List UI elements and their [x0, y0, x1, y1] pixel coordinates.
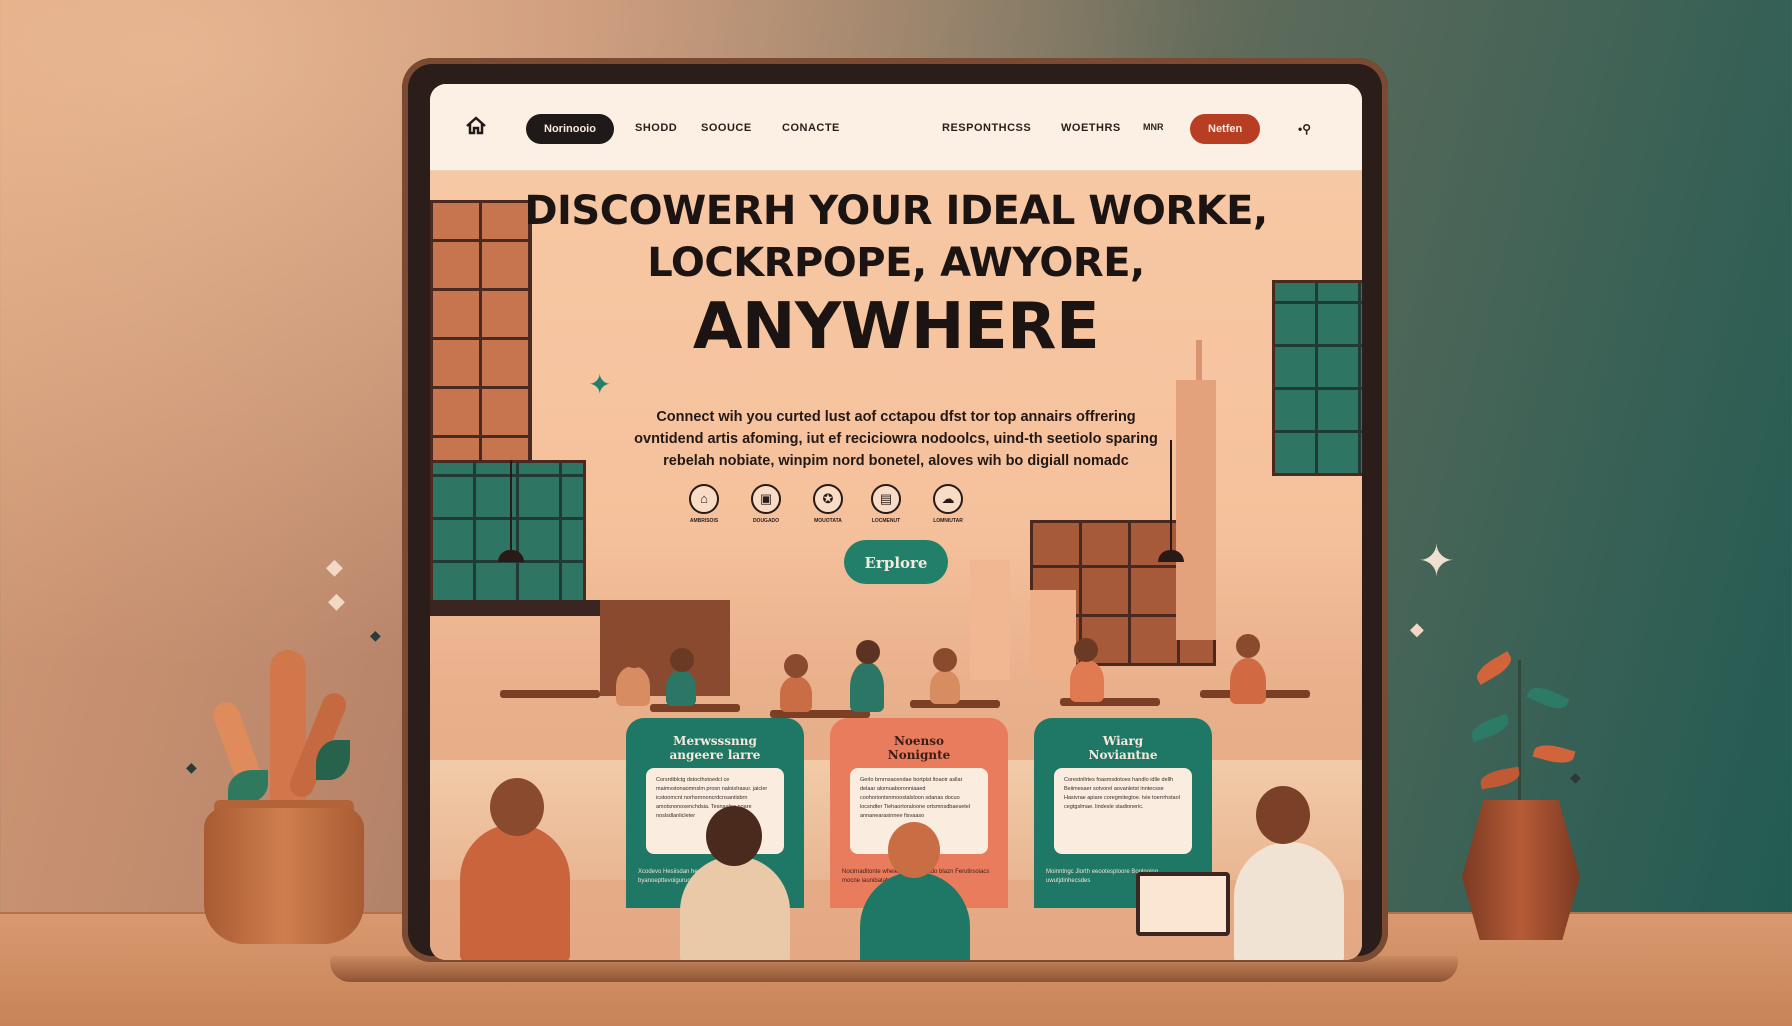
sparkle-icon: ◆ — [1570, 769, 1581, 785]
feature-icon: ☁ — [933, 484, 963, 514]
feature-icon: ▣ — [751, 484, 781, 514]
hero-headline-line-3: Anywhere — [692, 290, 1100, 364]
feature-item[interactable]: ▤ LOCMENUT — [866, 484, 906, 524]
card-body: Corestnllrtes foasmsdotoes handlo idlle … — [1054, 768, 1192, 854]
sparkle-star-icon: ✦ — [1418, 537, 1455, 586]
card-title: Wiarg Noviantne — [1088, 734, 1158, 762]
feature-icon: ▤ — [871, 484, 901, 514]
hero-headline-line-1: Discowerh your ideal worke, — [524, 188, 1268, 234]
nav-link-responsive[interactable]: RESPONTHCSS — [942, 122, 1031, 134]
nav-link-menu[interactable]: MNR — [1143, 122, 1164, 132]
sparkle-icon: ◆ — [1410, 619, 1424, 639]
explore-button[interactable]: Erplore — [844, 540, 948, 584]
nav-pill-button[interactable]: Norinooio — [526, 114, 614, 144]
decorative-star-icon: ✦ — [588, 369, 612, 400]
hero-subtitle-line-1: Connect wih you curted lust aof cctapou … — [656, 409, 1136, 425]
feature-item[interactable]: ⌂ AMBRISOIS — [684, 484, 724, 524]
home-logo-icon[interactable] — [464, 114, 488, 138]
feature-icons-row: ⌂ AMBRISOIS ▣ DOUGADO ✪ MOUOTATA ▤ LOCME… — [689, 484, 1086, 534]
feature-label: MOUOTATA — [814, 518, 842, 524]
feature-label: LOMNIUTAR — [933, 518, 963, 524]
website-screen: Norinooio SHODD SOOUCE CONACTE RESPONTHC… — [430, 84, 1362, 960]
feature-icon: ✪ — [813, 484, 843, 514]
nav-link-contact[interactable]: CONACTE — [782, 122, 840, 134]
sparkle-icon: ◆ — [328, 588, 345, 613]
sparkle-icon: ◆ — [326, 554, 343, 579]
feature-label: LOCMENUT — [871, 518, 901, 524]
nav-link-workers[interactable]: WOETHRS — [1061, 122, 1121, 134]
feature-item[interactable]: ✪ MOUOTATA — [808, 484, 848, 524]
hero-subtitle-line-3: rebelah nobiate, winpim nord bonetel, al… — [663, 453, 1129, 469]
nav-link-source[interactable]: SOOUCE — [701, 122, 752, 134]
feature-label: AMBRISOIS — [689, 518, 719, 524]
hero-headline-line-2: Lockrpope, Awyore, — [647, 240, 1145, 286]
feature-item[interactable]: ☁ LOMNIUTAR — [928, 484, 968, 524]
feature-icon: ⌂ — [689, 484, 719, 514]
nav-extra-icons[interactable]: •⚲ — [1298, 122, 1311, 136]
sparkle-icon: ◆ — [370, 627, 381, 643]
card-title: Noenso Nonignte — [887, 734, 951, 762]
card-title: Merwsssnng angeere larre — [669, 734, 761, 762]
hero-subtitle-line-2: ovntidend artis afoming, iut ef reciciow… — [634, 431, 1158, 447]
nav-cta-button[interactable]: Netfen — [1190, 114, 1261, 144]
feature-item[interactable]: ▣ DOUGADO — [746, 484, 786, 524]
feature-label: DOUGADO — [752, 518, 780, 524]
nav-link-shop[interactable]: SHODD — [635, 122, 677, 134]
top-navbar: Norinooio SHODD SOOUCE CONACTE RESPONTHC… — [430, 84, 1362, 171]
sparkle-icon: ◆ — [186, 759, 197, 775]
